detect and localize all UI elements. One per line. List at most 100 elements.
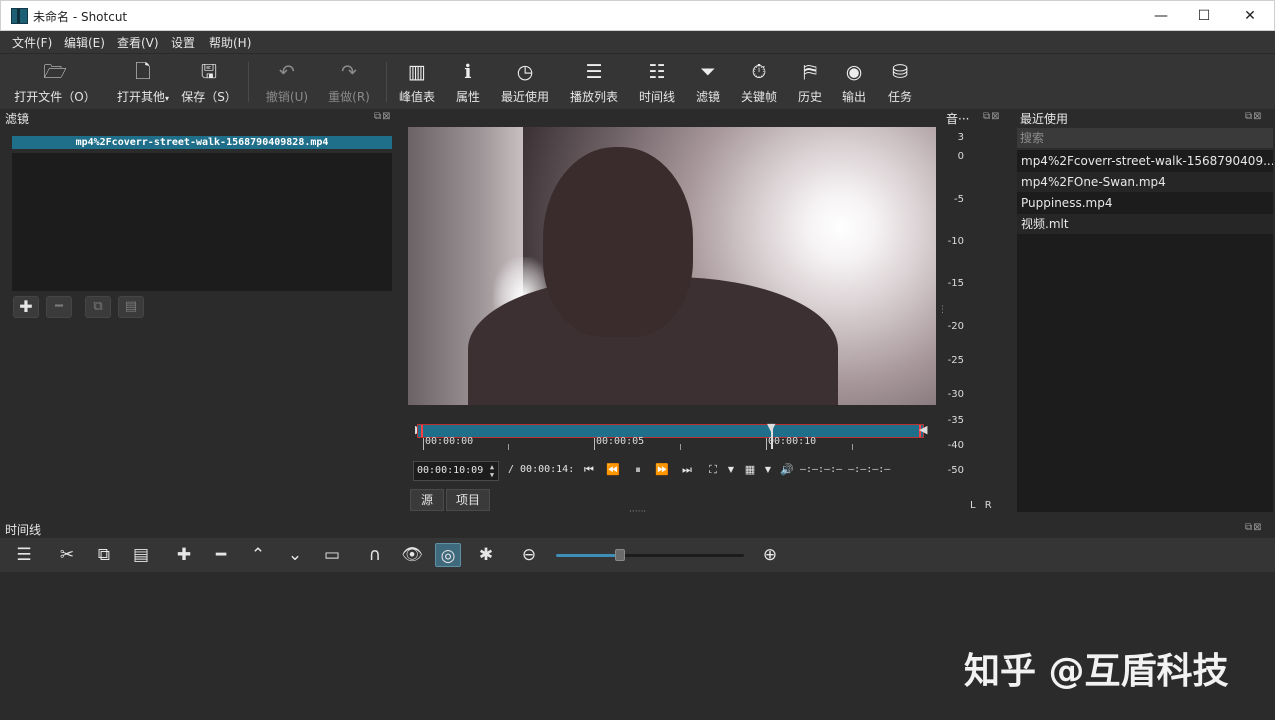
- skip-to-end-button[interactable]: ⏭: [677, 461, 697, 479]
- db-label: -40: [947, 440, 964, 451]
- zoom-dropdown-icon[interactable]: ▼: [721, 461, 741, 479]
- shotcut-logo-icon: [11, 8, 28, 24]
- overwrite-icon[interactable]: ⌄: [282, 543, 308, 567]
- ripple-icon[interactable]: ◎: [435, 543, 461, 567]
- filter-list[interactable]: [12, 153, 392, 291]
- db-label: 3: [957, 132, 964, 143]
- skip-to-start-button[interactable]: ⏮: [579, 461, 599, 479]
- properties-button[interactable]: ℹ 属性: [452, 60, 484, 105]
- recent-button[interactable]: ◷ 最近使用: [498, 60, 552, 105]
- dock-float-close-icons[interactable]: ⧉⊠: [374, 111, 392, 122]
- list-item[interactable]: 视频.mlt: [1017, 214, 1273, 234]
- dock-float-close-icons[interactable]: ⧉⊠: [983, 111, 1001, 122]
- clipboard-icon: ▤: [124, 299, 138, 314]
- paste-filter-button[interactable]: ▤: [118, 296, 144, 318]
- splitter-handle[interactable]: ······: [629, 507, 646, 517]
- list-item[interactable]: mp4%2Fcoverr-street-walk-1568790409...: [1017, 151, 1273, 171]
- close-button[interactable]: ✕: [1227, 3, 1273, 29]
- menu-edit[interactable]: 编辑(E): [64, 34, 105, 51]
- export-button[interactable]: ◉ 输出: [838, 60, 870, 105]
- player-panel: ▶ ◀ ▼ 00:00:00 00:00:05 00:00:10 00:00:1…: [403, 109, 938, 519]
- save-button[interactable]: 🖫 保存（S）: [180, 60, 238, 105]
- add-filter-button[interactable]: ✚: [13, 296, 39, 318]
- dock-float-close-icons[interactable]: ⧉⊠: [1245, 522, 1263, 533]
- dock-float-close-icons[interactable]: ⧉⊠: [1245, 111, 1263, 122]
- jobs-label: 任务: [887, 90, 912, 104]
- ripple-all-tracks-icon[interactable]: ✱: [473, 543, 499, 567]
- properties-label: 属性: [455, 90, 480, 104]
- menu-settings[interactable]: 设置: [171, 34, 195, 51]
- rewind-button[interactable]: ⏪: [603, 461, 623, 479]
- tab-source[interactable]: 源: [410, 489, 444, 511]
- menu-help[interactable]: 帮助(H): [209, 34, 251, 51]
- menu-file[interactable]: 文件(F): [12, 34, 52, 51]
- playhead-triangle-icon[interactable]: ▼: [767, 421, 775, 435]
- redo-button[interactable]: ↷ 重做(R): [324, 60, 374, 105]
- open-other-button[interactable]: 🗋 打开其他▾: [112, 60, 174, 105]
- list-item[interactable]: mp4%2FOne-Swan.mp4: [1017, 172, 1273, 192]
- peak-meter-button[interactable]: ▥ 峰值表: [396, 60, 438, 105]
- lift-icon[interactable]: ⌃: [245, 543, 271, 567]
- toolbar-separator: [386, 62, 387, 102]
- undo-button[interactable]: ↶ 撤销(U): [262, 60, 312, 105]
- playlist-button[interactable]: ☰ 播放列表: [566, 60, 622, 105]
- recent-search-input[interactable]: 搜索: [1017, 128, 1273, 148]
- zoom-in-icon[interactable]: ⊕: [757, 543, 783, 567]
- volume-icon[interactable]: 🔊: [777, 461, 797, 479]
- menu-view[interactable]: 查看(V): [117, 34, 159, 51]
- copy-filter-button[interactable]: ⧉: [85, 296, 111, 318]
- filters-button[interactable]: ⏷ 滤镜: [692, 60, 724, 105]
- spinner-arrows-icon[interactable]: ▲ ▼: [487, 463, 497, 479]
- ruler-label: 00:00:00: [425, 436, 474, 447]
- tab-project[interactable]: 项目: [446, 489, 490, 511]
- history-button[interactable]: ⛿ 历史: [794, 60, 826, 105]
- zoom-slider[interactable]: [556, 554, 744, 557]
- timeline-button[interactable]: ☷ 时间线: [636, 60, 678, 105]
- snap-magnet-icon[interactable]: ∩: [362, 543, 388, 567]
- copy-icon[interactable]: ⧉: [91, 543, 117, 567]
- grid-dropdown-icon[interactable]: ▼: [758, 461, 778, 479]
- db-label: -35: [947, 415, 964, 426]
- split-icon[interactable]: ▭: [319, 543, 345, 567]
- cut-icon[interactable]: ✂: [54, 543, 80, 567]
- scrubber-bar[interactable]: [417, 424, 924, 438]
- pause-button[interactable]: ⏸: [628, 461, 648, 479]
- maximize-button[interactable]: ☐: [1181, 3, 1227, 29]
- keyframes-button[interactable]: ⏱ 关键帧: [738, 60, 780, 105]
- filters-panel: 滤镜 ⧉⊠ mp4%2Fcoverr-street-walk-156879040…: [0, 109, 410, 519]
- splitter-handle[interactable]: ⋮: [938, 305, 947, 315]
- plus-icon: ✚: [19, 297, 33, 316]
- recent-label: 最近使用: [500, 90, 549, 104]
- timeline-icon: ☷: [648, 61, 666, 83]
- zoom-slider-handle[interactable]: [615, 549, 625, 561]
- video-preview[interactable]: [408, 127, 936, 405]
- timeline-menu-icon[interactable]: ☰: [11, 543, 37, 567]
- audio-panel-title: 音···: [946, 112, 970, 126]
- keyframes-label: 关键帧: [740, 90, 777, 104]
- info-icon: ℹ: [464, 61, 472, 83]
- minimize-button[interactable]: —: [1138, 3, 1184, 29]
- open-file-button[interactable]: 🗁 打开文件（O）: [14, 60, 96, 105]
- dropdown-arrow-icon: ▾: [165, 94, 170, 103]
- zoom-fit-icon[interactable]: ⛶: [703, 461, 723, 479]
- list-item[interactable]: Puppiness.mp4: [1017, 193, 1273, 213]
- append-icon[interactable]: ✚: [171, 543, 197, 567]
- menu-bar: 文件(F) 编辑(E) 查看(V) 设置 帮助(H): [0, 31, 1275, 53]
- open-other-label: 打开其他▾: [116, 90, 170, 104]
- redo-label: 重做(R): [328, 90, 370, 104]
- paste-icon[interactable]: ▤: [128, 543, 154, 567]
- scrub-eye-icon[interactable]: 👁: [399, 543, 425, 567]
- grid-icon[interactable]: ▦: [740, 461, 760, 479]
- jobs-button[interactable]: ⛁ 任务: [884, 60, 916, 105]
- undo-icon: ↶: [279, 61, 295, 83]
- ripple-delete-icon[interactable]: ━: [208, 543, 234, 567]
- remove-filter-button[interactable]: ━: [46, 296, 72, 318]
- out-point-marker-icon[interactable]: ◀: [919, 423, 927, 437]
- fast-forward-button[interactable]: ⏩: [652, 461, 672, 479]
- current-time-input[interactable]: 00:00:10:09 ▲ ▼: [413, 461, 499, 481]
- channel-labels: L R: [970, 500, 995, 511]
- current-time-value: 00:00:10:09: [417, 465, 484, 476]
- zoom-out-icon[interactable]: ⊖: [516, 543, 542, 567]
- watermark-text: 知乎 @互盾科技: [964, 651, 1229, 692]
- zoom-slider-fill: [556, 554, 617, 557]
